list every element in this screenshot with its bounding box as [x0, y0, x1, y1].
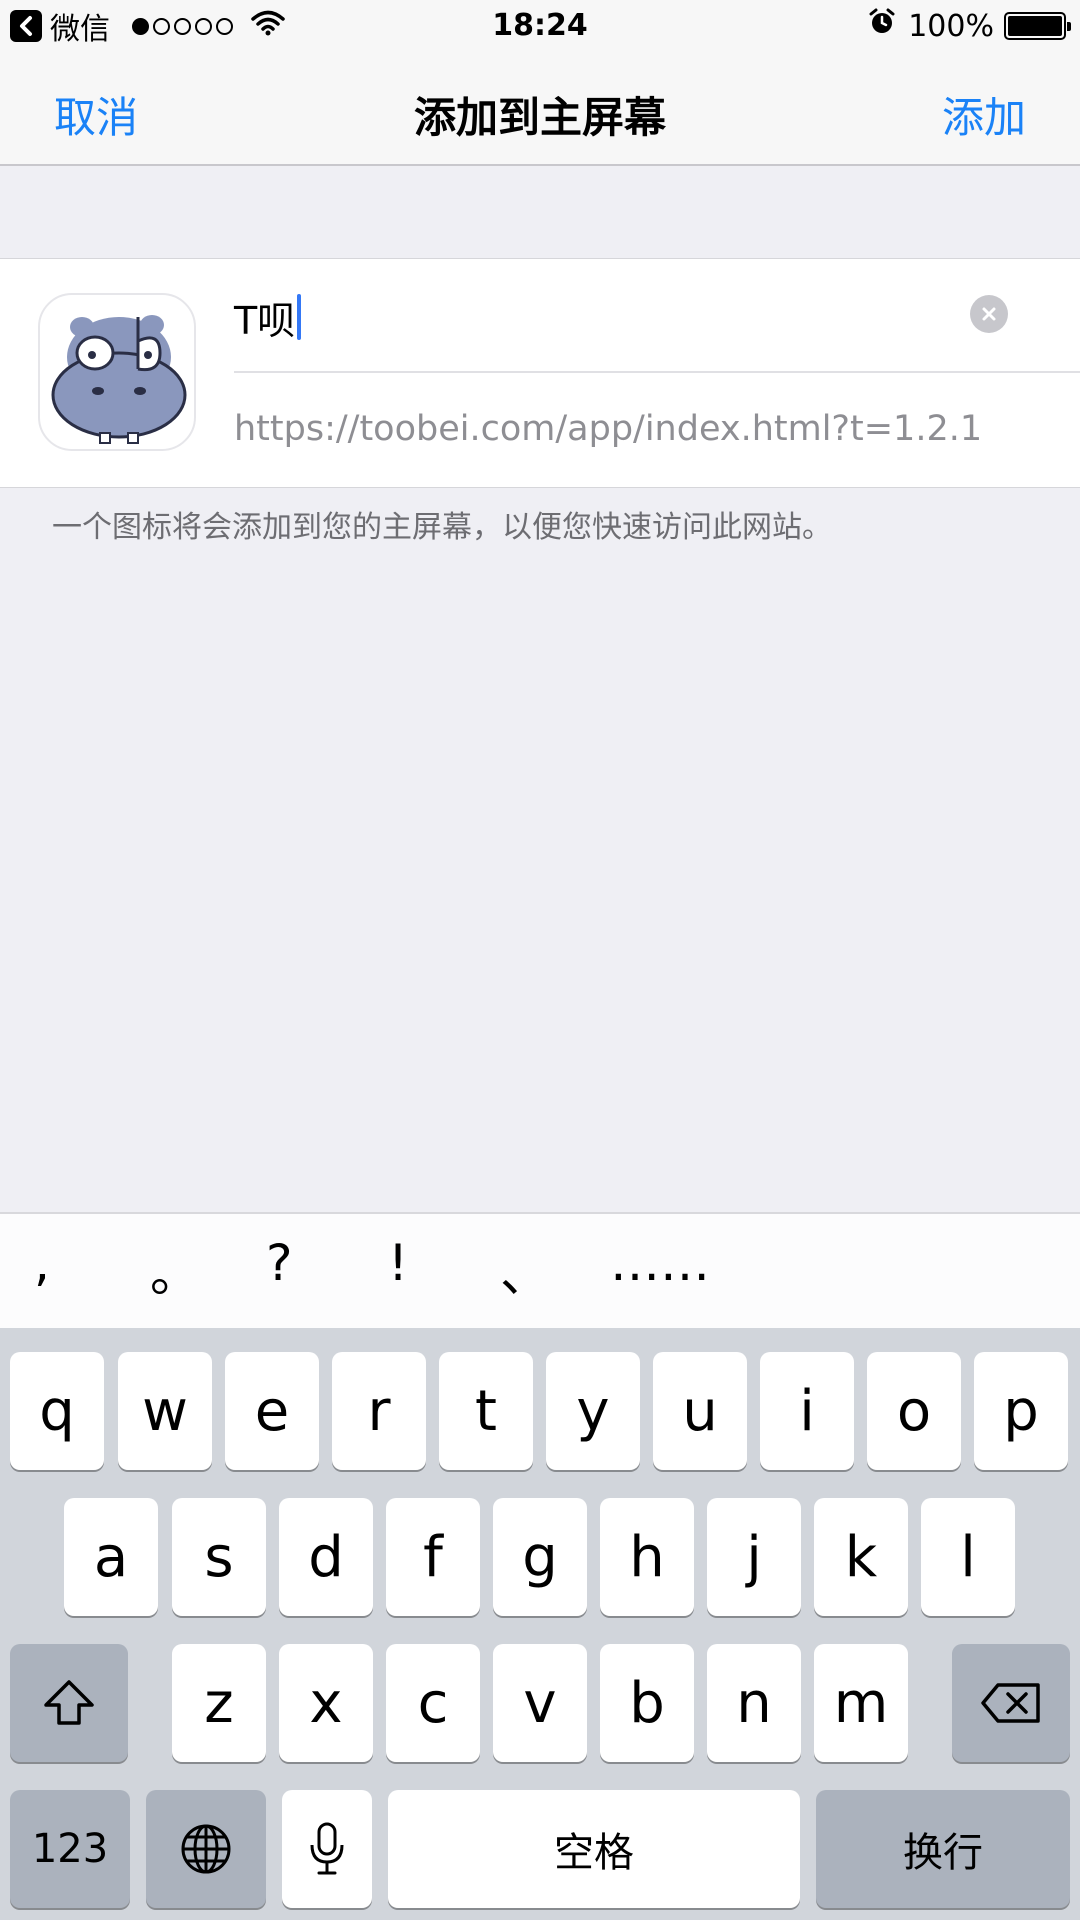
- clear-icon: [982, 307, 996, 321]
- key-z[interactable]: z: [172, 1644, 266, 1762]
- key-e[interactable]: e: [225, 1352, 319, 1470]
- key-n[interactable]: n: [707, 1644, 801, 1762]
- key-p[interactable]: p: [974, 1352, 1068, 1470]
- backspace-icon: [981, 1683, 1040, 1723]
- alarm-icon: [868, 8, 896, 44]
- key-k[interactable]: k: [814, 1498, 908, 1616]
- key-g[interactable]: g: [493, 1498, 587, 1616]
- candidate-question[interactable]: ?: [266, 1234, 293, 1292]
- key-t[interactable]: t: [439, 1352, 533, 1470]
- delete-key[interactable]: [952, 1644, 1070, 1762]
- bookmark-form: T呗 https://toobei.com/app/index.html?t=1…: [0, 258, 1080, 488]
- key-x[interactable]: x: [279, 1644, 373, 1762]
- add-button[interactable]: 添加: [942, 84, 1026, 145]
- url-field: https://toobei.com/app/index.html?t=1.2.…: [234, 409, 983, 449]
- candidate-bar: , 。 ? ! 、 ……: [0, 1212, 1080, 1328]
- page-title: 添加到主屏幕: [413, 93, 666, 142]
- field-divider: [234, 371, 1080, 373]
- key-u[interactable]: u: [653, 1352, 747, 1470]
- navigation-bar: 取消 添加到主屏幕 添加: [0, 52, 1080, 166]
- key-i[interactable]: i: [760, 1352, 854, 1470]
- hippo-app-icon: [38, 293, 196, 451]
- candidate-comma[interactable]: ,: [34, 1234, 50, 1292]
- text-cursor: [297, 294, 302, 340]
- clear-text-button[interactable]: [970, 295, 1008, 333]
- key-y[interactable]: y: [546, 1352, 640, 1470]
- candidate-period[interactable]: 。: [150, 1234, 200, 1306]
- key-l[interactable]: l: [921, 1498, 1015, 1616]
- key-c[interactable]: c: [386, 1644, 480, 1762]
- key-d[interactable]: d: [279, 1498, 373, 1616]
- key-s[interactable]: s: [172, 1498, 266, 1616]
- battery-icon: [1004, 12, 1071, 40]
- key-j[interactable]: j: [707, 1498, 801, 1616]
- key-h[interactable]: h: [600, 1498, 694, 1616]
- candidate-ellipsis[interactable]: ……: [610, 1234, 710, 1292]
- key-a[interactable]: a: [64, 1498, 158, 1616]
- keyboard: q w e r t y u i o p a s d f g h j k l z …: [0, 1328, 1080, 1920]
- shift-key[interactable]: [10, 1644, 128, 1762]
- globe-key[interactable]: [146, 1790, 266, 1908]
- battery-percentage: 100%: [908, 8, 994, 44]
- candidate-exclamation[interactable]: !: [388, 1234, 408, 1292]
- title-input-value: T呗: [234, 298, 296, 343]
- microphone-icon: [310, 1822, 344, 1875]
- title-input[interactable]: T呗: [234, 289, 994, 345]
- key-f[interactable]: f: [386, 1498, 480, 1616]
- key-o[interactable]: o: [867, 1352, 961, 1470]
- key-w[interactable]: w: [118, 1352, 212, 1470]
- cancel-button[interactable]: 取消: [54, 84, 138, 145]
- key-q[interactable]: q: [10, 1352, 104, 1470]
- dictation-key[interactable]: [282, 1790, 372, 1908]
- key-v[interactable]: v: [493, 1644, 587, 1762]
- return-key[interactable]: 换行: [816, 1790, 1070, 1908]
- key-b[interactable]: b: [600, 1644, 694, 1762]
- key-r[interactable]: r: [332, 1352, 426, 1470]
- status-bar: 微信 18:24 100%: [0, 0, 1080, 52]
- space-key[interactable]: 空格: [388, 1790, 800, 1908]
- globe-icon: [181, 1824, 231, 1874]
- candidate-pause-comma[interactable]: 、: [500, 1234, 550, 1306]
- shift-arrow-icon: [44, 1680, 94, 1725]
- key-m[interactable]: m: [814, 1644, 908, 1762]
- numbers-key[interactable]: 123: [10, 1790, 130, 1908]
- hint-text: 一个图标将会添加到您的主屏幕，以便您快速访问此网站。: [52, 510, 832, 545]
